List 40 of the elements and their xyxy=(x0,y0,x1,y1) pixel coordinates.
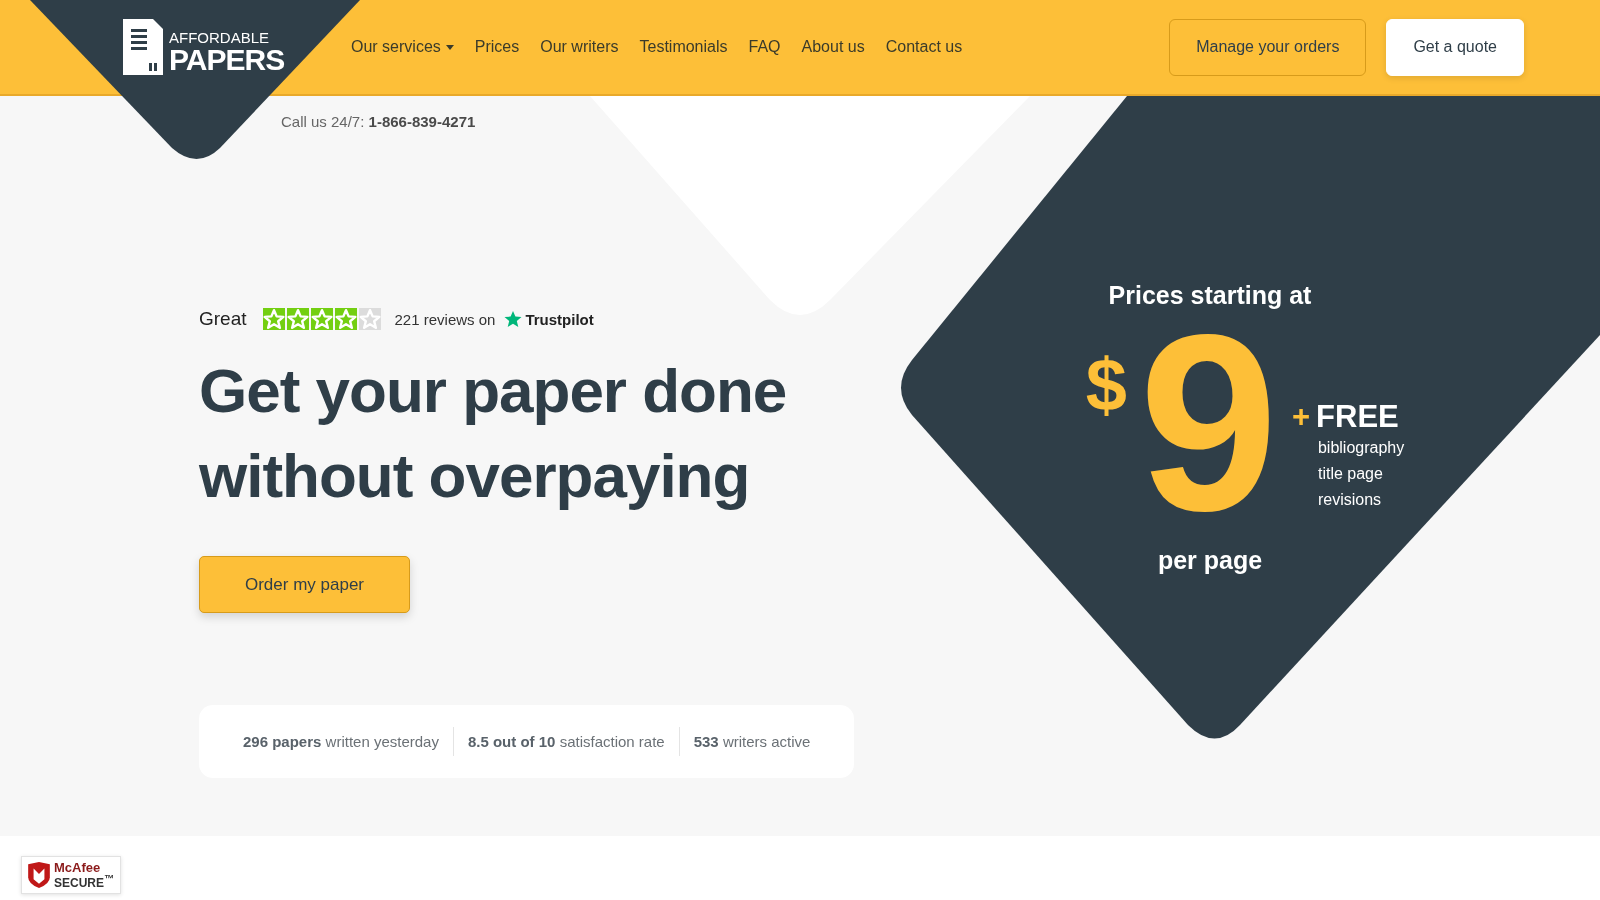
stat-text: 296 papers written yesterday xyxy=(242,732,440,752)
plus-sign: + xyxy=(1291,399,1311,435)
price-amount: 9 xyxy=(1138,314,1278,534)
stat-text: 533 writers active xyxy=(678,727,825,756)
star-icon xyxy=(334,308,357,330)
nav-link[interactable]: Our services xyxy=(351,38,454,56)
star-icon xyxy=(262,308,285,330)
currency-sign: $ xyxy=(1085,342,1127,427)
headline: Get your paper done without overpaying xyxy=(199,355,787,512)
star-icon xyxy=(503,309,524,329)
price-title: Prices starting at xyxy=(1108,281,1312,310)
extra-item: title page xyxy=(1317,464,1384,484)
star-icon xyxy=(286,308,309,330)
star-icon xyxy=(358,308,381,330)
rating-label: Great xyxy=(199,308,247,330)
free-label: FREE xyxy=(1316,399,1399,435)
nav-link[interactable]: Prices xyxy=(474,38,520,56)
nav-link[interactable]: Testimonials xyxy=(639,38,728,56)
badge-text: McAfee xyxy=(54,861,102,874)
nav-link[interactable]: About us xyxy=(801,38,865,56)
badge-text: SECURE$^{™}$ xyxy=(54,874,114,889)
star-icon xyxy=(310,308,333,330)
header-button[interactable]: Manage your orders xyxy=(1169,18,1367,76)
nav-link[interactable]: Contact us xyxy=(885,38,963,56)
shield-icon xyxy=(28,862,50,888)
review-count: 221 reviews on xyxy=(394,310,496,328)
nav-link[interactable]: FAQ xyxy=(748,38,781,56)
logo-text: PAPERS xyxy=(169,45,285,75)
extra-item: bibliography xyxy=(1317,438,1405,458)
phone-link[interactable]: 1-866-839-4271 xyxy=(368,113,476,130)
stat-text: 8.5 out of 10 satisfaction rate xyxy=(452,727,679,756)
document-icon xyxy=(123,19,163,75)
logo-text: AFFORDABLE xyxy=(169,30,271,45)
brand-name: Trustpilot xyxy=(525,310,594,328)
extra-item: revisions xyxy=(1317,490,1383,510)
price-unit: per page xyxy=(1157,546,1263,575)
order-button[interactable]: Order my paper xyxy=(199,556,410,613)
nav-link[interactable]: Our writers xyxy=(540,38,619,56)
phone-label: Call us 24/7: xyxy=(281,113,365,130)
header-button[interactable]: Get a quote xyxy=(1386,18,1524,76)
